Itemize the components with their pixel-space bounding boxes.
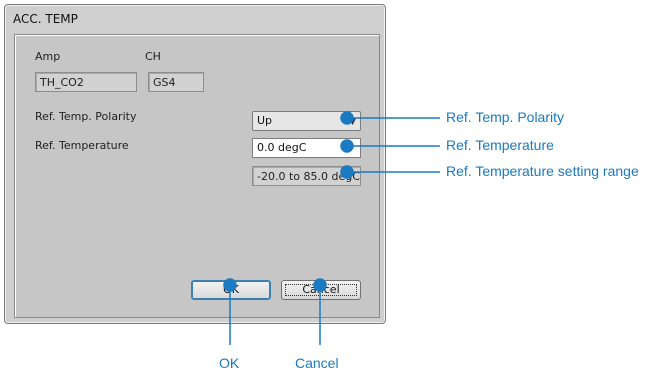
range-marker — [340, 165, 354, 179]
ok-marker — [223, 278, 237, 292]
callout-cancel: Cancel — [295, 355, 339, 371]
callout-ok: OK — [219, 355, 240, 371]
polarity-marker — [340, 111, 354, 125]
callout-leaders — [223, 111, 440, 345]
callout-polarity: Ref. Temp. Polarity — [446, 109, 565, 125]
temperature-marker — [340, 139, 354, 153]
callout-temperature: Ref. Temperature — [446, 137, 554, 153]
cancel-marker — [313, 278, 327, 292]
callout-range: Ref. Temperature setting range — [446, 163, 639, 179]
